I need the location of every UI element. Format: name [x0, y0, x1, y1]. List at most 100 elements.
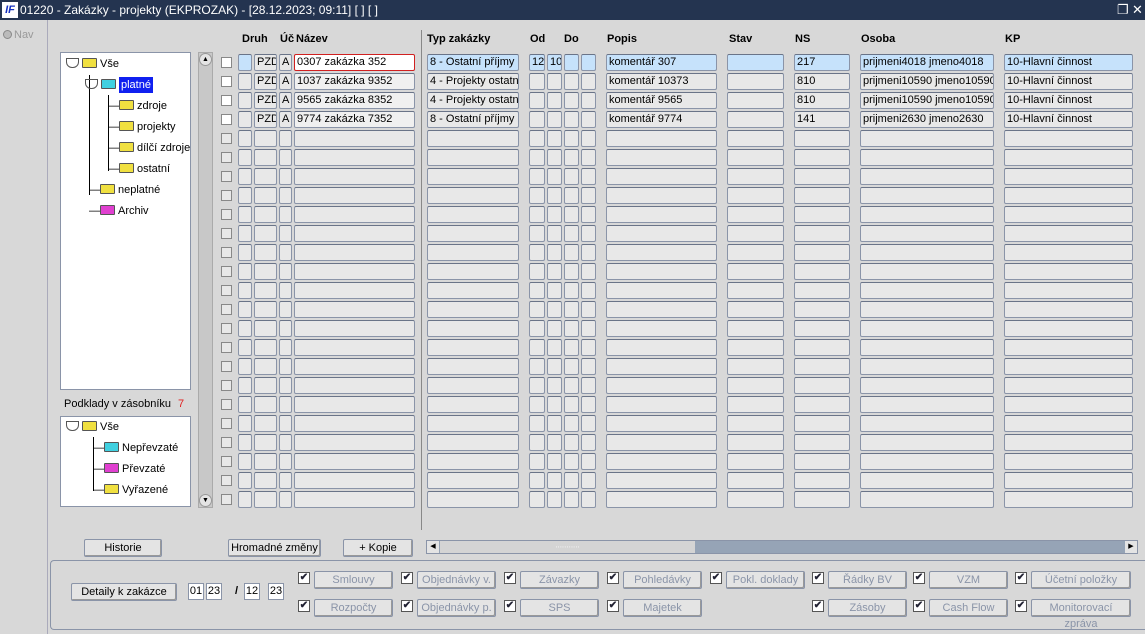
cell-kp[interactable] — [1004, 301, 1133, 318]
toggle-checkbox[interactable]: ✔ — [401, 600, 413, 612]
cell-od2[interactable] — [547, 472, 562, 489]
cell-typ[interactable] — [427, 434, 519, 451]
cell-do2[interactable] — [581, 415, 596, 432]
cell-osoba[interactable] — [860, 206, 994, 223]
cell-nazev[interactable]: 1037 zakázka 9352 — [294, 73, 415, 90]
cell-kp[interactable] — [1004, 187, 1133, 204]
cell-do1[interactable] — [564, 358, 579, 375]
cell-kp[interactable] — [1004, 320, 1133, 337]
cell-blank[interactable] — [238, 130, 252, 147]
cell-stav[interactable] — [727, 225, 784, 242]
cell-kp[interactable]: 10-Hlavní činnost — [1004, 54, 1133, 71]
cell-stav[interactable] — [727, 206, 784, 223]
cell-do2[interactable] — [581, 244, 596, 261]
cell-od1[interactable] — [529, 320, 545, 337]
toggle-checkbox[interactable]: ✔ — [1015, 600, 1027, 612]
cell-uc[interactable]: A — [279, 73, 292, 90]
toggle-checkbox[interactable]: ✔ — [298, 600, 310, 612]
cell-typ[interactable]: 8 - Ostatní příjmy — [427, 54, 519, 71]
cell-od1[interactable] — [529, 377, 545, 394]
cell-ns[interactable] — [794, 187, 850, 204]
cell-nazev[interactable] — [294, 415, 415, 432]
cell-uc[interactable]: A — [279, 92, 292, 109]
cell-nazev[interactable] — [294, 358, 415, 375]
cell-popis[interactable] — [606, 434, 717, 451]
tree-item-projekty[interactable]: — projekty — [108, 121, 176, 133]
cell-nazev[interactable] — [294, 244, 415, 261]
row-checkbox[interactable] — [221, 152, 232, 163]
cell-druh[interactable] — [254, 149, 277, 166]
scroll-thumb[interactable]: ∙∙∙∙∙∙∙∙∙∙∙ — [440, 541, 695, 553]
cell-druh[interactable] — [254, 472, 277, 489]
cell-blank[interactable] — [238, 282, 252, 299]
row-checkbox[interactable] — [221, 380, 232, 391]
cell-uc[interactable] — [279, 301, 292, 318]
cell-nazev[interactable]: 9774 zakázka 7352 — [294, 111, 415, 128]
cell-od1[interactable] — [529, 358, 545, 375]
cell-od2[interactable] — [547, 130, 562, 147]
cell-od2[interactable] — [547, 377, 562, 394]
from-year-input[interactable]: 23 — [206, 583, 222, 600]
tree-item-archiv[interactable]: — Archiv — [89, 205, 149, 217]
cell-do2[interactable] — [581, 301, 596, 318]
cell-od1[interactable] — [529, 92, 545, 109]
cell-uc[interactable] — [279, 130, 292, 147]
cell-ns[interactable] — [794, 225, 850, 242]
cell-uc[interactable] — [279, 263, 292, 280]
cell-druh[interactable] — [254, 301, 277, 318]
cell-kp[interactable] — [1004, 396, 1133, 413]
cell-typ[interactable] — [427, 377, 519, 394]
cell-kp[interactable] — [1004, 130, 1133, 147]
cell-ns[interactable] — [794, 244, 850, 261]
cell-nazev[interactable] — [294, 225, 415, 242]
cell-typ[interactable]: 4 - Projekty ostatní — [427, 92, 519, 109]
cell-do1[interactable] — [564, 472, 579, 489]
cell-od2[interactable] — [547, 263, 562, 280]
cell-od2[interactable] — [547, 301, 562, 318]
cell-stav[interactable] — [727, 491, 784, 508]
horizontal-scrollbar[interactable]: ◀ ∙∙∙∙∙∙∙∙∙∙∙ ▶ — [426, 540, 1138, 554]
cell-osoba[interactable] — [860, 244, 994, 261]
cell-nazev[interactable] — [294, 301, 415, 318]
cell-nazev[interactable] — [294, 377, 415, 394]
cell-od1[interactable] — [529, 491, 545, 508]
cell-nazev[interactable] — [294, 434, 415, 451]
cell-druh[interactable]: PZD — [254, 111, 277, 128]
cell-stav[interactable] — [727, 320, 784, 337]
cell-typ[interactable] — [427, 130, 519, 147]
cell-druh[interactable] — [254, 358, 277, 375]
toggle-button[interactable]: Účetní položky — [1031, 571, 1131, 589]
cell-stav[interactable] — [727, 244, 784, 261]
cell-popis[interactable] — [606, 358, 717, 375]
cell-uc[interactable] — [279, 187, 292, 204]
tree-item-dilci-zdroje[interactable]: — dílčí zdroje — [108, 142, 190, 154]
toggle-checkbox[interactable]: ✔ — [812, 572, 824, 584]
cell-kp[interactable] — [1004, 339, 1133, 356]
cell-popis[interactable] — [606, 130, 717, 147]
cell-kp[interactable] — [1004, 415, 1133, 432]
tree-item-ostatni[interactable]: — ostatní — [108, 163, 170, 175]
cell-stav[interactable] — [727, 434, 784, 451]
cell-osoba[interactable] — [860, 282, 994, 299]
cell-do1[interactable] — [564, 339, 579, 356]
cell-typ[interactable]: 4 - Projekty ostatní — [427, 73, 519, 90]
cell-stav[interactable] — [727, 377, 784, 394]
row-checkbox[interactable] — [221, 304, 232, 315]
hromadne-zmeny-button[interactable]: Hromadné změny — [228, 539, 321, 557]
cell-osoba[interactable] — [860, 434, 994, 451]
toggle-button[interactable]: Cash Flow — [929, 599, 1008, 617]
cell-do2[interactable] — [581, 187, 596, 204]
cell-do2[interactable] — [581, 358, 596, 375]
cell-od2[interactable] — [547, 396, 562, 413]
cell-kp[interactable]: 10-Hlavní činnost — [1004, 111, 1133, 128]
cell-od2[interactable] — [547, 206, 562, 223]
row-checkbox[interactable] — [221, 95, 232, 106]
cell-ns[interactable] — [794, 396, 850, 413]
cell-od1[interactable] — [529, 301, 545, 318]
cell-uc[interactable] — [279, 491, 292, 508]
podklady-item-vyrazene[interactable]: — Vyřazené — [93, 484, 168, 496]
cell-do1[interactable] — [564, 206, 579, 223]
row-checkbox[interactable] — [221, 171, 232, 182]
cell-osoba[interactable] — [860, 149, 994, 166]
cell-blank[interactable] — [238, 472, 252, 489]
